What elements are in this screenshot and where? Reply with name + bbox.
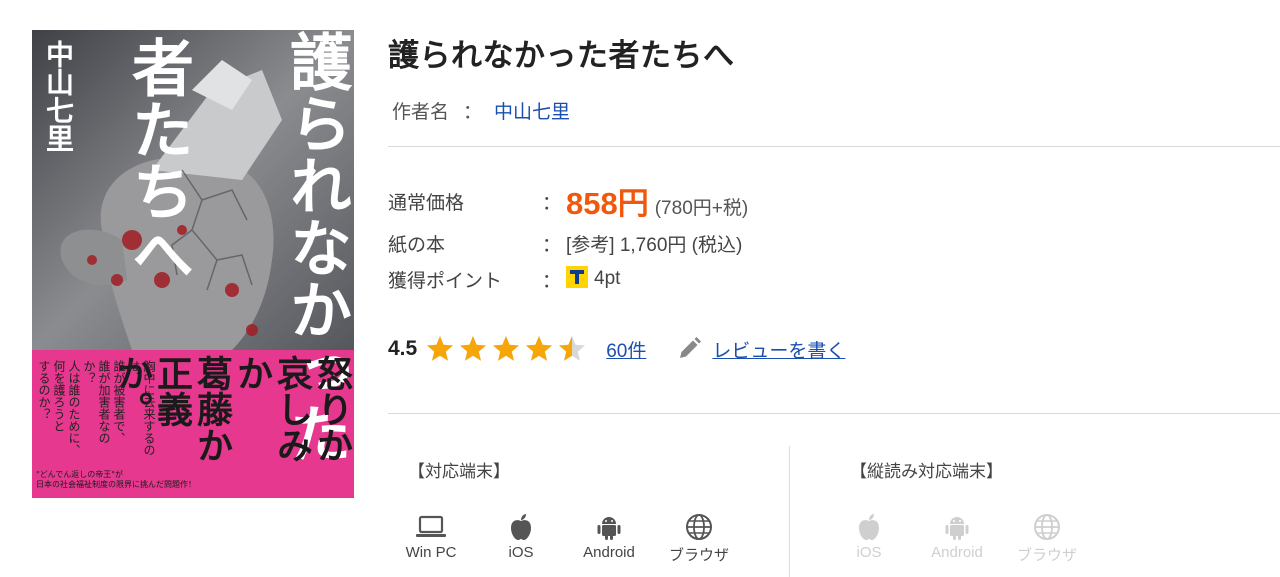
cover-author: 中山七里 <box>42 40 75 152</box>
paper-price-row: 紙の本 ： [参考] 1,760円 (税込) <box>388 230 888 256</box>
device-android: Android <box>922 510 992 561</box>
band-sub-line: 誰が被害者で、 <box>112 360 126 444</box>
device-label: iOS <box>856 544 882 561</box>
star-full-icon <box>493 336 520 361</box>
band-sub-line: するのか？ <box>37 360 51 420</box>
band-sub-line: 人は誰のために、 <box>67 360 81 456</box>
tagline-line: 日本の社会福祉制度の限界に挑んだ問題作！ <box>36 480 196 489</box>
device-win-pc: Win PC <box>396 510 466 561</box>
book-cover-image[interactable]: 中山七里 護られなかった 者たちへ 怒りか 哀しみか 葛藤か 正義か。 胸中に去… <box>32 30 354 498</box>
paper-price-label: 紙の本 <box>388 235 446 256</box>
android-icon <box>922 510 992 544</box>
points-row: 獲得ポイント ： 4pt <box>388 266 888 292</box>
pencil-icon <box>680 337 702 358</box>
device-ブラウザ: ブラウザ <box>1012 510 1082 565</box>
device-ブラウザ: ブラウザ <box>664 510 734 565</box>
band-sub-line: 胸中に去来するのは、 <box>127 360 156 456</box>
rating-row: 4.5 60件 レビューを書く <box>388 334 845 364</box>
write-review-link[interactable]: レビューを書く <box>676 336 845 363</box>
star-full-icon <box>460 336 487 361</box>
write-review-label: レビューを書く <box>712 340 846 362</box>
device-android: Android <box>574 510 644 561</box>
android-icon <box>574 510 644 544</box>
globe-icon <box>1012 510 1082 544</box>
divider <box>388 413 1280 414</box>
device-label: Win PC <box>405 544 457 561</box>
book-title: 護られなかった者たちへ <box>388 38 735 73</box>
globe-icon <box>664 510 734 544</box>
star-rating <box>425 334 590 364</box>
star-full-icon <box>427 336 454 361</box>
regular-price-label: 通常価格 <box>388 193 465 214</box>
device-label: Android <box>583 544 635 561</box>
cover-title-line2: 者たちへ <box>121 36 194 284</box>
laptop-icon <box>396 510 466 544</box>
author-link[interactable]: 中山七里 <box>494 102 570 123</box>
star-half-icon <box>559 336 586 361</box>
colon: ： <box>542 193 562 214</box>
regular-price-note: (780円+税) <box>654 198 749 219</box>
device-label: ブラウザ <box>668 547 729 564</box>
author-separator: ： <box>463 102 483 123</box>
points-label: 獲得ポイント <box>388 271 503 292</box>
t-point-icon <box>566 266 588 288</box>
star-full-icon <box>526 336 553 361</box>
colon: ： <box>542 235 562 256</box>
device-ios: iOS <box>834 510 904 561</box>
paper-price-value: [参考] 1,760円 (税込) <box>566 235 743 256</box>
regular-price-row: 通常価格 ： 858円 (780円+税) <box>388 178 888 221</box>
band-line: 葛藤か <box>191 355 233 463</box>
apple-icon <box>834 510 904 544</box>
device-ios: iOS <box>486 510 556 561</box>
colon: ： <box>542 271 562 292</box>
author-label: 作者名 <box>392 102 450 123</box>
tagline-line: "どんでん返しの帝王"が <box>36 470 123 479</box>
author-row: 作者名 ： 中山七里 <box>392 97 570 124</box>
vertical-divider <box>789 446 790 577</box>
band-sub-line: 誰が加害者なのか？ <box>82 360 111 444</box>
divider <box>388 146 1280 147</box>
band-line: 哀しみか <box>231 355 313 463</box>
cover-band-sub: 胸中に去来するのは、 誰が被害者で、 誰が加害者なのか？ 人は誰のために、 何を… <box>36 360 156 460</box>
regular-price-value: 858円 <box>566 186 649 221</box>
supported-devices-label: 【対応端末】 <box>408 462 510 481</box>
cover-tagline: "どんでん返しの帝王"が 日本の社会福祉制度の限界に挑んだ問題作！ <box>36 470 196 490</box>
device-label: Android <box>931 544 983 561</box>
band-sub-line: 何を護ろうと <box>52 360 66 432</box>
band-line: 怒りか <box>311 355 353 463</box>
rating-score: 4.5 <box>388 337 418 360</box>
review-count-link[interactable]: 60件 <box>606 336 646 363</box>
device-label: ブラウザ <box>1016 547 1077 564</box>
points-value: 4pt <box>594 268 621 289</box>
device-label: iOS <box>508 544 534 561</box>
vertical-reading-devices-label: 【縦読み対応端末】 <box>850 462 1003 481</box>
apple-icon <box>486 510 556 544</box>
